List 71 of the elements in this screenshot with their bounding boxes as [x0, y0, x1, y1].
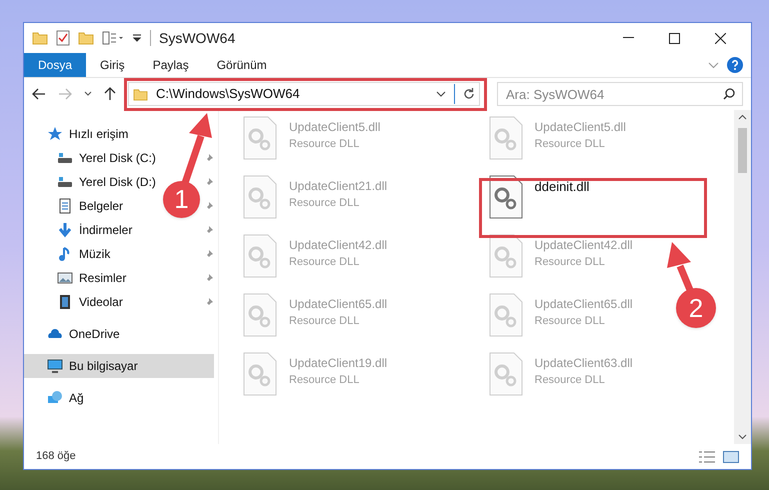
document-icon — [57, 198, 73, 214]
video-icon — [57, 294, 73, 310]
dll-file-icon — [488, 116, 522, 160]
address-path: C:\Windows\SysWOW64 — [156, 85, 300, 104]
file-type: Resource DLL — [289, 314, 360, 329]
drive-icon — [57, 174, 73, 190]
window-title: SysWOW64 — [159, 28, 236, 48]
sidebar-item[interactable]: Videolar — [24, 290, 123, 314]
sidebar-item[interactable]: Yerel Disk (C:) — [24, 146, 156, 170]
dll-file-icon — [243, 116, 277, 160]
annotation-arrow — [667, 242, 694, 292]
sidebar-item[interactable]: OneDrive — [24, 322, 124, 346]
sidebar-item[interactable]: Ağ — [24, 386, 88, 410]
properties-icon[interactable] — [56, 30, 70, 46]
sidebar-item[interactable]: Müzik — [24, 242, 110, 266]
dll-file-icon — [488, 352, 522, 396]
file-type: Resource DLL — [534, 373, 606, 388]
sidebar-item[interactable]: Hızlı erişim — [24, 122, 132, 146]
dll-file-icon — [243, 175, 277, 219]
large-icons-view-icon[interactable] — [723, 450, 739, 462]
scroll-thumb[interactable] — [738, 128, 747, 173]
picture-icon — [57, 270, 73, 286]
search-field[interactable]: Ara: SysWOW64 — [497, 82, 743, 106]
ribbon-tab[interactable]: Görünüm — [202, 53, 281, 77]
sidebar-item[interactable]: Bu bilgisayar — [24, 354, 214, 378]
scrollbar[interactable] — [734, 110, 751, 444]
network-icon — [47, 390, 63, 406]
up-arrow-icon[interactable] — [104, 87, 116, 101]
dll-file-icon — [243, 352, 277, 396]
file-name[interactable]: ddeinit.dll — [534, 177, 590, 196]
computer-icon — [47, 358, 63, 374]
view-options-icon[interactable] — [102, 31, 124, 45]
file-type: Resource DLL — [534, 255, 606, 270]
item-count: 168 öğe — [36, 449, 76, 464]
file-type: Resource DLL — [289, 373, 360, 388]
dropdown-caret-icon[interactable] — [436, 91, 446, 97]
recent-caret-icon[interactable] — [84, 91, 92, 97]
help-icon[interactable] — [727, 57, 743, 73]
file-type: Resource DLL — [289, 196, 360, 211]
refresh-icon[interactable] — [463, 88, 475, 100]
file-type: Resource DLL — [289, 137, 360, 152]
dll-file-icon — [488, 293, 522, 337]
dll-file-icon — [488, 175, 522, 219]
dll-file-icon — [243, 293, 277, 337]
dll-file-icon — [488, 234, 522, 278]
search-icon — [723, 88, 735, 100]
details-view-icon[interactable] — [699, 450, 715, 462]
sidebar-item[interactable]: Resimler — [24, 266, 126, 290]
sidebar-item[interactable]: İndirmeler — [24, 218, 132, 242]
download-icon — [57, 222, 73, 238]
sidebar-item[interactable]: Yerel Disk (D:) — [24, 170, 156, 194]
customize-caret-icon[interactable] — [132, 33, 142, 43]
close-icon — [714, 32, 726, 44]
star-icon — [47, 126, 63, 142]
file-type: Resource DLL — [534, 314, 606, 329]
address-bar[interactable]: C:\Windows\SysWOW64 — [128, 82, 480, 106]
drive-icon — [57, 150, 73, 166]
sidebar-item[interactable]: Belgeler — [24, 194, 124, 218]
ribbon-tab[interactable]: Paylaş — [138, 53, 203, 77]
maximize-icon — [668, 32, 680, 44]
dll-file-icon — [243, 234, 277, 278]
minimize-icon — [622, 37, 634, 39]
folder-icon — [133, 88, 148, 100]
file-type: Resource DLL — [534, 137, 606, 152]
ribbon-tab[interactable]: Giriş — [86, 53, 139, 77]
back-arrow-icon[interactable] — [32, 88, 46, 100]
file-type: Resource DLL — [289, 255, 360, 270]
scroll-up-icon[interactable] — [738, 114, 747, 120]
ribbon-tab[interactable]: Dosya — [24, 53, 86, 77]
scroll-down-icon[interactable] — [738, 434, 747, 440]
expand-ribbon-icon[interactable] — [708, 62, 719, 68]
